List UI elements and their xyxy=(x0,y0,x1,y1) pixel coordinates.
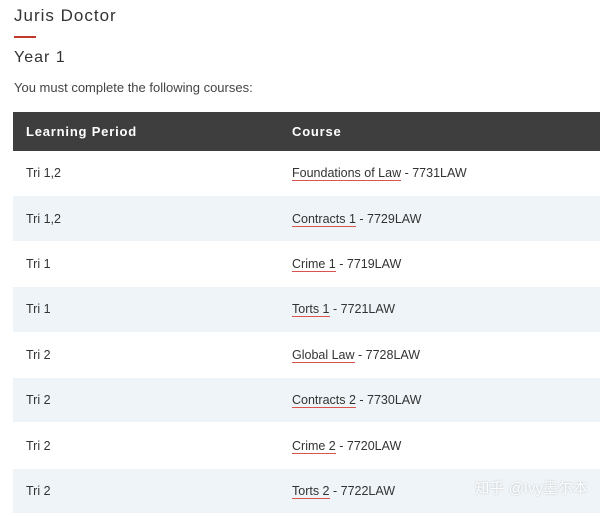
table-row: Tri 1,2 Foundations of Law - 7731LAW xyxy=(13,151,600,197)
table-row: Tri 2 Global Law - 7728LAW xyxy=(13,332,600,378)
table-row: Tri 2 Crime 2 - 7720LAW xyxy=(13,423,600,469)
course-code: - 7721LAW xyxy=(329,302,396,317)
watermark: 知乎 @Ivy墨尔本 xyxy=(474,480,588,497)
course-link[interactable]: Contracts 2 xyxy=(292,393,356,409)
course-code: - 7729LAW xyxy=(355,211,422,226)
course-link[interactable]: Torts 1 xyxy=(292,302,330,318)
course-code: - 7722LAW xyxy=(329,483,396,498)
header-course: Course xyxy=(292,124,342,139)
course-link[interactable]: Crime 2 xyxy=(292,438,336,454)
course-code: - 7730LAW xyxy=(355,393,422,408)
course-cell: Global Law - 7728LAW xyxy=(292,347,600,363)
table-row: Tri 1 Torts 1 - 7721LAW xyxy=(13,287,600,333)
table-body: Tri 1,2 Foundations of Law - 7731LAW Tri 1… xyxy=(13,151,600,515)
course-link[interactable]: Crime 1 xyxy=(292,256,336,272)
table-row: Tri 1 Crime 1 - 7719LAW xyxy=(13,241,600,288)
course-cell: Foundations of Law - 7731LAW xyxy=(292,166,600,182)
table-row: Tri 2 Contracts 2 - 7730LAW xyxy=(13,377,600,424)
learning-period-cell: Tri 2 xyxy=(26,483,51,498)
learning-period-cell: Tri 1 xyxy=(26,302,51,317)
learning-period-cell: Tri 1 xyxy=(26,256,51,271)
table-row: Tri 1,2 Contracts 1 - 7729LAW xyxy=(13,196,600,242)
course-link[interactable]: Torts 2 xyxy=(292,483,330,499)
course-cell: Crime 2 - 7720LAW xyxy=(292,438,600,454)
course-link[interactable]: Foundations of Law xyxy=(292,166,402,182)
title-accent-rule xyxy=(14,36,36,38)
intro-text: You must complete the following courses: xyxy=(14,80,253,95)
course-cell: Crime 1 - 7719LAW xyxy=(292,256,600,272)
learning-period-cell: Tri 2 xyxy=(26,393,51,408)
course-cell: Torts 1 - 7721LAW xyxy=(292,302,600,318)
learning-period-cell: Tri 1,2 xyxy=(26,166,61,181)
learning-period-cell: Tri 1,2 xyxy=(26,211,61,226)
course-code: - 7719LAW xyxy=(335,256,402,271)
learning-period-cell: Tri 2 xyxy=(26,438,51,453)
course-link[interactable]: Contracts 1 xyxy=(292,211,356,227)
course-code: - 7728LAW xyxy=(354,347,421,362)
course-code: - 7720LAW xyxy=(335,438,402,453)
course-link[interactable]: Global Law xyxy=(292,347,355,363)
course-cell: Contracts 2 - 7730LAW xyxy=(292,393,600,409)
course-code: - 7731LAW xyxy=(401,166,467,181)
header-learning-period: Learning Period xyxy=(26,124,137,139)
year-heading: Year 1 xyxy=(14,49,66,66)
page-title: Juris Doctor xyxy=(14,6,117,25)
courses-table: Learning Period Course Tri 1,2 Foundation… xyxy=(13,112,600,515)
table-header: Learning Period Course xyxy=(13,112,600,151)
course-cell: Contracts 1 - 7729LAW xyxy=(292,211,600,227)
learning-period-cell: Tri 2 xyxy=(26,347,51,362)
